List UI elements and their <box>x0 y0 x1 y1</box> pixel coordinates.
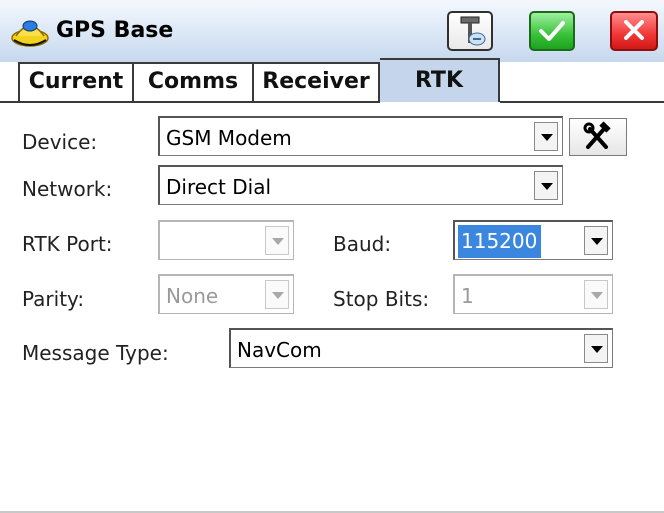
chevron-down-icon[interactable] <box>534 171 558 200</box>
gps-base-icon <box>10 14 50 48</box>
device-label: Device: <box>22 130 98 154</box>
device-select[interactable]: GSM Modem <box>158 116 563 156</box>
close-icon <box>624 20 644 40</box>
chevron-down-icon <box>265 280 289 309</box>
network-select[interactable]: Direct Dial <box>158 165 563 205</box>
message-type-select[interactable]: NavCom <box>229 328 613 368</box>
baud-label: Baud: <box>333 232 392 256</box>
stop-bits-value: 1 <box>461 284 474 308</box>
tab-current[interactable]: Current <box>18 62 132 101</box>
survey-tools-icon <box>460 16 486 46</box>
rtk-port-select <box>158 220 294 260</box>
cancel-button[interactable] <box>610 11 658 51</box>
hammer-wrench-icon <box>583 121 611 149</box>
tab-comms[interactable]: Comms <box>132 62 252 101</box>
checkmark-icon <box>539 21 565 41</box>
gps-base-window: GPS Base Current Comms Receiver RTK Devi… <box>0 0 664 513</box>
tab-rtk[interactable]: RTK <box>380 58 500 102</box>
baud-value: 115200 <box>458 225 542 258</box>
chevron-down-icon[interactable] <box>534 122 558 151</box>
device-value: GSM Modem <box>166 126 292 150</box>
tab-receiver[interactable]: Receiver <box>252 62 380 101</box>
baud-select[interactable]: 115200 <box>453 220 613 260</box>
survey-tools-button[interactable] <box>447 11 493 51</box>
network-value: Direct Dial <box>166 175 272 199</box>
message-type-label: Message Type: <box>22 341 169 365</box>
rtk-panel: Device: GSM Modem Network: Direct Dial R… <box>0 103 664 513</box>
chevron-down-icon <box>265 226 289 255</box>
device-settings-button[interactable] <box>569 118 627 156</box>
title-bar: GPS Base <box>0 0 664 63</box>
chevron-down-icon <box>584 280 608 309</box>
parity-label: Parity: <box>22 287 85 311</box>
stop-bits-label: Stop Bits: <box>333 287 430 311</box>
chevron-down-icon[interactable] <box>584 226 608 255</box>
ok-button[interactable] <box>529 11 575 51</box>
network-label: Network: <box>22 177 113 201</box>
rtk-port-label: RTK Port: <box>22 232 113 256</box>
chevron-down-icon[interactable] <box>584 334 608 363</box>
window-title: GPS Base <box>56 18 174 43</box>
parity-select: None <box>158 274 294 314</box>
stop-bits-select: 1 <box>453 274 613 314</box>
parity-value: None <box>166 284 219 308</box>
message-type-value: NavCom <box>237 338 322 362</box>
